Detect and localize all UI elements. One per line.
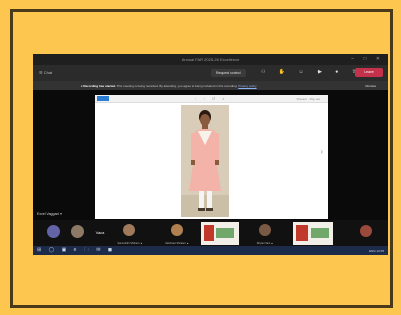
participant-tile[interactable]: Dhyani Vani ▲ — [245, 222, 285, 245]
window-titlebar: Annual FAR 2025-26 Excellence – □ ✕ — [33, 54, 388, 65]
recording-title: Recording has started. — [83, 83, 116, 88]
raise-hand-icon[interactable]: ✋ — [279, 69, 291, 75]
maximize-icon[interactable]: □ — [363, 56, 370, 62]
next-slide-icon[interactable]: › — [320, 147, 323, 156]
thumbnail-image — [216, 228, 234, 238]
camera-icon[interactable]: ▶ — [318, 69, 328, 75]
participant-tile[interactable] — [43, 222, 65, 245]
slide-actions[interactable]: Present · Pop out — [297, 97, 320, 101]
participant-tile[interactable] — [293, 222, 333, 245]
people-icon[interactable]: ⚇ — [261, 69, 271, 75]
recording-banner: ⏺ Recording has started. This meeting is… — [33, 81, 388, 90]
app-logo-icon — [97, 96, 109, 101]
window-title: Annual FAR 2025-26 Excellence — [181, 57, 240, 62]
avatar — [123, 224, 135, 236]
avatar — [171, 224, 183, 236]
mic-icon[interactable]: ● — [335, 69, 344, 75]
participant-name: Samruddhi Shrikant ▲ — [117, 242, 143, 245]
participant-tile[interactable] — [201, 222, 239, 245]
chat-button[interactable]: ☰ Chat — [39, 70, 52, 75]
slide-nav-icons[interactable]: ‹ › ↺ ⌕ — [195, 96, 228, 101]
slide-toolbar: ‹ › ↺ ⌕ Present · Pop out — [95, 95, 328, 103]
react-icon[interactable]: ☺ — [299, 69, 310, 75]
avatar — [259, 224, 271, 236]
privacy-link[interactable]: Privacy policy — [238, 84, 256, 88]
request-control-button[interactable]: Request control — [211, 69, 246, 77]
meeting-toolbar: ☰ Chat Request control ⚇ ✋ ☺ ⋯ ▶ ● ⇧ Lea… — [33, 65, 388, 81]
close-icon[interactable]: ✕ — [376, 56, 384, 62]
student-photo — [181, 105, 229, 217]
leave-button[interactable]: Leave — [355, 68, 383, 77]
participant-name: Dhyani Vani ▲ — [256, 242, 274, 245]
shared-slide: ‹ › ↺ ⌕ Present · Pop out › — [95, 95, 328, 219]
recording-message: This meeting is being recorded. By atten… — [116, 83, 238, 88]
participant-tile[interactable]: Vaishnavi Shrikant ▲ — [155, 222, 199, 245]
window-controls[interactable]: – □ ✕ — [351, 56, 384, 62]
yellow-frame: Annual FAR 2025-26 Excellence – □ ✕ ☰ Ch… — [0, 0, 401, 315]
participant-strip: Vaca Samruddhi Shrikant ▲ Vaishnavi Shri… — [33, 220, 388, 246]
participant-tile[interactable] — [67, 222, 89, 245]
shared-content-stage: ‹ › ↺ ⌕ Present · Pop out › — [33, 90, 388, 220]
system-tray[interactable]: ENG 12:05 — [369, 249, 384, 253]
participant-tile[interactable]: Samruddhi Shrikant ▲ — [109, 222, 151, 245]
chat-label: Chat — [43, 70, 53, 75]
participant-tile[interactable]: Vaca — [90, 222, 110, 245]
taskbar-icons[interactable]: ⊞ ◯ ▣ e 🗀 ✉ ◼ — [37, 247, 115, 255]
student-figure — [181, 105, 229, 217]
dismiss-button[interactable]: Dismiss — [366, 84, 377, 88]
participant-tile[interactable] — [355, 222, 377, 245]
recording-text: ⏺ Recording has started. This meeting is… — [81, 84, 257, 88]
participant-name: Vaca — [95, 230, 105, 235]
thumbnail-image — [311, 228, 329, 238]
participant-name: Vaishnavi Shrikant ▲ — [165, 242, 189, 245]
avatar — [71, 225, 84, 238]
avatar — [47, 225, 60, 238]
thumbnail-image — [296, 225, 308, 241]
thumbnail-image — [204, 225, 214, 241]
minimize-icon[interactable]: – — [351, 56, 358, 62]
meeting-screen: Annual FAR 2025-26 Excellence – □ ✕ ☰ Ch… — [33, 54, 388, 255]
presenter-label: Excel Vaggani ▾ — [37, 212, 62, 216]
windows-taskbar: ⊞ ◯ ▣ e 🗀 ✉ ◼ ENG 12:05 — [33, 246, 388, 255]
avatar — [360, 225, 372, 237]
